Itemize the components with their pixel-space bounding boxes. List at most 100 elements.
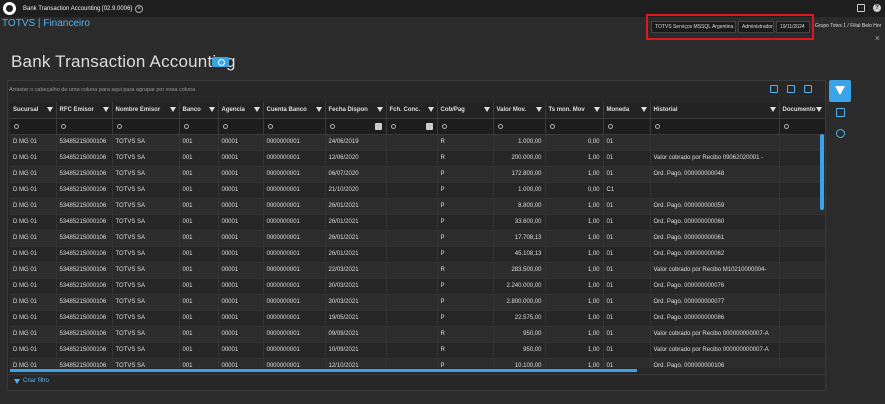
column-filter-icon[interactable] bbox=[483, 107, 490, 112]
table-cell: 12/10/2021 bbox=[325, 358, 387, 368]
column-filter-icon[interactable] bbox=[169, 107, 176, 112]
vertical-scrollbar[interactable] bbox=[820, 134, 824, 210]
table-row[interactable]: D MG 01 53485215000106 TOTVS SA 001 00001 000… bbox=[10, 262, 825, 279]
table-row[interactable]: D MG 01 53485215000106 TOTVS SA 001 00001 000… bbox=[10, 182, 825, 199]
column-header[interactable]: Agencia bbox=[218, 102, 264, 119]
column-header[interactable]: Ts mon. Mov bbox=[545, 102, 604, 119]
column-filter-icon[interactable] bbox=[376, 107, 383, 112]
column-filter-icon[interactable] bbox=[208, 107, 215, 112]
column-filter-icon[interactable] bbox=[535, 107, 542, 112]
table-row[interactable]: D MG 01 53485215000106 TOTVS SA 001 00001 000… bbox=[10, 326, 825, 343]
table-row[interactable]: D MG 01 53485215000106 TOTVS SA 001 00001 000… bbox=[10, 294, 825, 311]
column-filter-input[interactable] bbox=[10, 118, 57, 135]
sort-icon[interactable] bbox=[770, 85, 778, 93]
table-cell: 0000000001 bbox=[263, 294, 326, 311]
table-cell: 45.108,13 bbox=[493, 246, 546, 263]
column-filter-input[interactable] bbox=[179, 118, 219, 135]
table-cell: 01 bbox=[603, 198, 651, 215]
table-cell: 0000000001 bbox=[263, 198, 326, 215]
table-cell: Ord. Pago. 000000000062 bbox=[650, 246, 780, 263]
table-row[interactable]: D MG 01 53485215000106 TOTVS SA 001 00001 000… bbox=[10, 246, 825, 263]
column-filter-input[interactable] bbox=[650, 118, 780, 135]
close-tab-icon[interactable]: × bbox=[135, 4, 144, 13]
table-row[interactable]: D MG 01 53485215000106 TOTVS SA 001 00001 000… bbox=[10, 342, 825, 359]
column-header[interactable]: Historial bbox=[650, 102, 780, 119]
table-row[interactable]: D MG 01 53485215000106 TOTVS SA 001 00001 000… bbox=[10, 134, 825, 151]
table-cell: 26/01/2021 bbox=[325, 230, 387, 247]
column-filter-input[interactable] bbox=[56, 118, 113, 135]
column-filter-icon[interactable] bbox=[769, 107, 776, 112]
table-cell: D MG 01 bbox=[10, 230, 57, 247]
table-cell: 53485215000106 bbox=[56, 166, 113, 183]
column-filter-icon[interactable] bbox=[640, 107, 647, 112]
table-row[interactable]: D MG 01 53485215000106 TOTVS SA 001 00001 000… bbox=[10, 214, 825, 231]
column-header[interactable]: Valor Mov. bbox=[493, 102, 546, 119]
column-header[interactable]: Fecha Dispon bbox=[325, 102, 387, 119]
table-row[interactable]: D MG 01 53485215000106 TOTVS SA 001 00001 000… bbox=[10, 198, 825, 215]
column-header[interactable]: Sucursal bbox=[10, 102, 57, 119]
table-cell: TOTVS SA bbox=[112, 310, 180, 327]
column-filter-icon[interactable] bbox=[102, 107, 109, 112]
table-cell: Valor cobrado por Recibo 000000000007-A bbox=[650, 342, 780, 359]
table-row[interactable]: D MG 01 53485215000106 TOTVS SA 001 00001 000… bbox=[10, 358, 825, 368]
calendar-icon[interactable] bbox=[374, 122, 382, 130]
copy-icon[interactable] bbox=[804, 85, 812, 93]
column-header[interactable]: Moneda bbox=[603, 102, 651, 119]
settings-icon[interactable] bbox=[836, 129, 845, 138]
table-cell bbox=[386, 358, 438, 368]
column-header[interactable]: Cob/Pag bbox=[437, 102, 494, 119]
column-filter-input[interactable] bbox=[112, 118, 180, 135]
table-cell: 1,00 bbox=[545, 246, 604, 263]
column-filter-input[interactable] bbox=[493, 118, 546, 135]
column-header[interactable]: RFC Emisor bbox=[56, 102, 113, 119]
table-cell: 00001 bbox=[218, 278, 264, 295]
company-selector[interactable]: TOTVS Serviços MSSQL Argentina bbox=[651, 21, 736, 33]
app-logo-icon bbox=[3, 2, 16, 15]
column-header[interactable]: Banco bbox=[179, 102, 219, 119]
column-header[interactable]: Fch. Conc. bbox=[386, 102, 438, 119]
table-cell: 200.000,00 bbox=[493, 150, 546, 167]
table-row[interactable]: D MG 01 53485215000106 TOTVS SA 001 00001 000… bbox=[10, 230, 825, 247]
branch-label[interactable]: Grupo Totvs 1 / Filial Belo Hor bbox=[815, 23, 885, 29]
column-header[interactable]: Nombre Emisor bbox=[112, 102, 180, 119]
close-icon[interactable]: × bbox=[875, 33, 880, 43]
table-cell bbox=[386, 166, 438, 183]
column-filter-icon[interactable] bbox=[253, 107, 260, 112]
column-filter-icon[interactable] bbox=[46, 107, 53, 112]
date-selector[interactable]: 19/11/2024 bbox=[776, 21, 810, 33]
tab-bank-transaction-accounting[interactable]: Bank Transaction Accounting [02.9.0006] … bbox=[19, 0, 147, 17]
column-filter-icon[interactable] bbox=[815, 107, 822, 112]
column-header[interactable]: Cuenta Banco bbox=[263, 102, 326, 119]
column-filter-icon[interactable] bbox=[593, 107, 600, 112]
filter-panel-button[interactable] bbox=[829, 80, 851, 102]
table-cell: R bbox=[437, 262, 494, 279]
column-filter-input[interactable] bbox=[603, 118, 651, 135]
export-icon[interactable] bbox=[787, 85, 795, 93]
column-filter-icon[interactable] bbox=[315, 107, 322, 112]
horizontal-scrollbar[interactable] bbox=[10, 369, 637, 372]
user-selector[interactable]: Administrador bbox=[738, 21, 774, 33]
mail-icon[interactable] bbox=[857, 4, 865, 12]
table-row[interactable]: D MG 01 53485215000106 TOTVS SA 001 00001 000… bbox=[10, 310, 825, 327]
column-filter-input[interactable] bbox=[779, 118, 825, 135]
create-filter-link[interactable]: Criar filtro bbox=[14, 378, 49, 384]
column-filter-icon[interactable] bbox=[427, 107, 434, 112]
delete-icon[interactable] bbox=[836, 108, 845, 117]
table-row[interactable]: D MG 01 53485215000106 TOTVS SA 001 00001 000… bbox=[10, 278, 825, 295]
column-header[interactable]: Documento bbox=[779, 102, 825, 119]
column-header-label: Fecha Dispon bbox=[328, 106, 368, 113]
table-row[interactable]: D MG 01 53485215000106 TOTVS SA 001 00001 000… bbox=[10, 150, 825, 167]
column-filter-input[interactable] bbox=[437, 118, 494, 135]
column-filter-input[interactable] bbox=[218, 118, 264, 135]
info-icon[interactable] bbox=[212, 57, 229, 67]
column-filter-input[interactable] bbox=[325, 118, 387, 135]
column-filter-input[interactable] bbox=[386, 118, 438, 135]
table-cell: 01 bbox=[603, 342, 651, 359]
table-cell: TOTVS SA bbox=[112, 326, 180, 343]
column-filter-input[interactable] bbox=[545, 118, 604, 135]
column-filter-input[interactable] bbox=[263, 118, 326, 135]
table-cell: P bbox=[437, 358, 494, 368]
table-row[interactable]: D MG 01 53485215000106 TOTVS SA 001 00001 000… bbox=[10, 166, 825, 183]
help-icon[interactable]: ? bbox=[873, 4, 881, 12]
calendar-icon[interactable] bbox=[425, 122, 433, 130]
